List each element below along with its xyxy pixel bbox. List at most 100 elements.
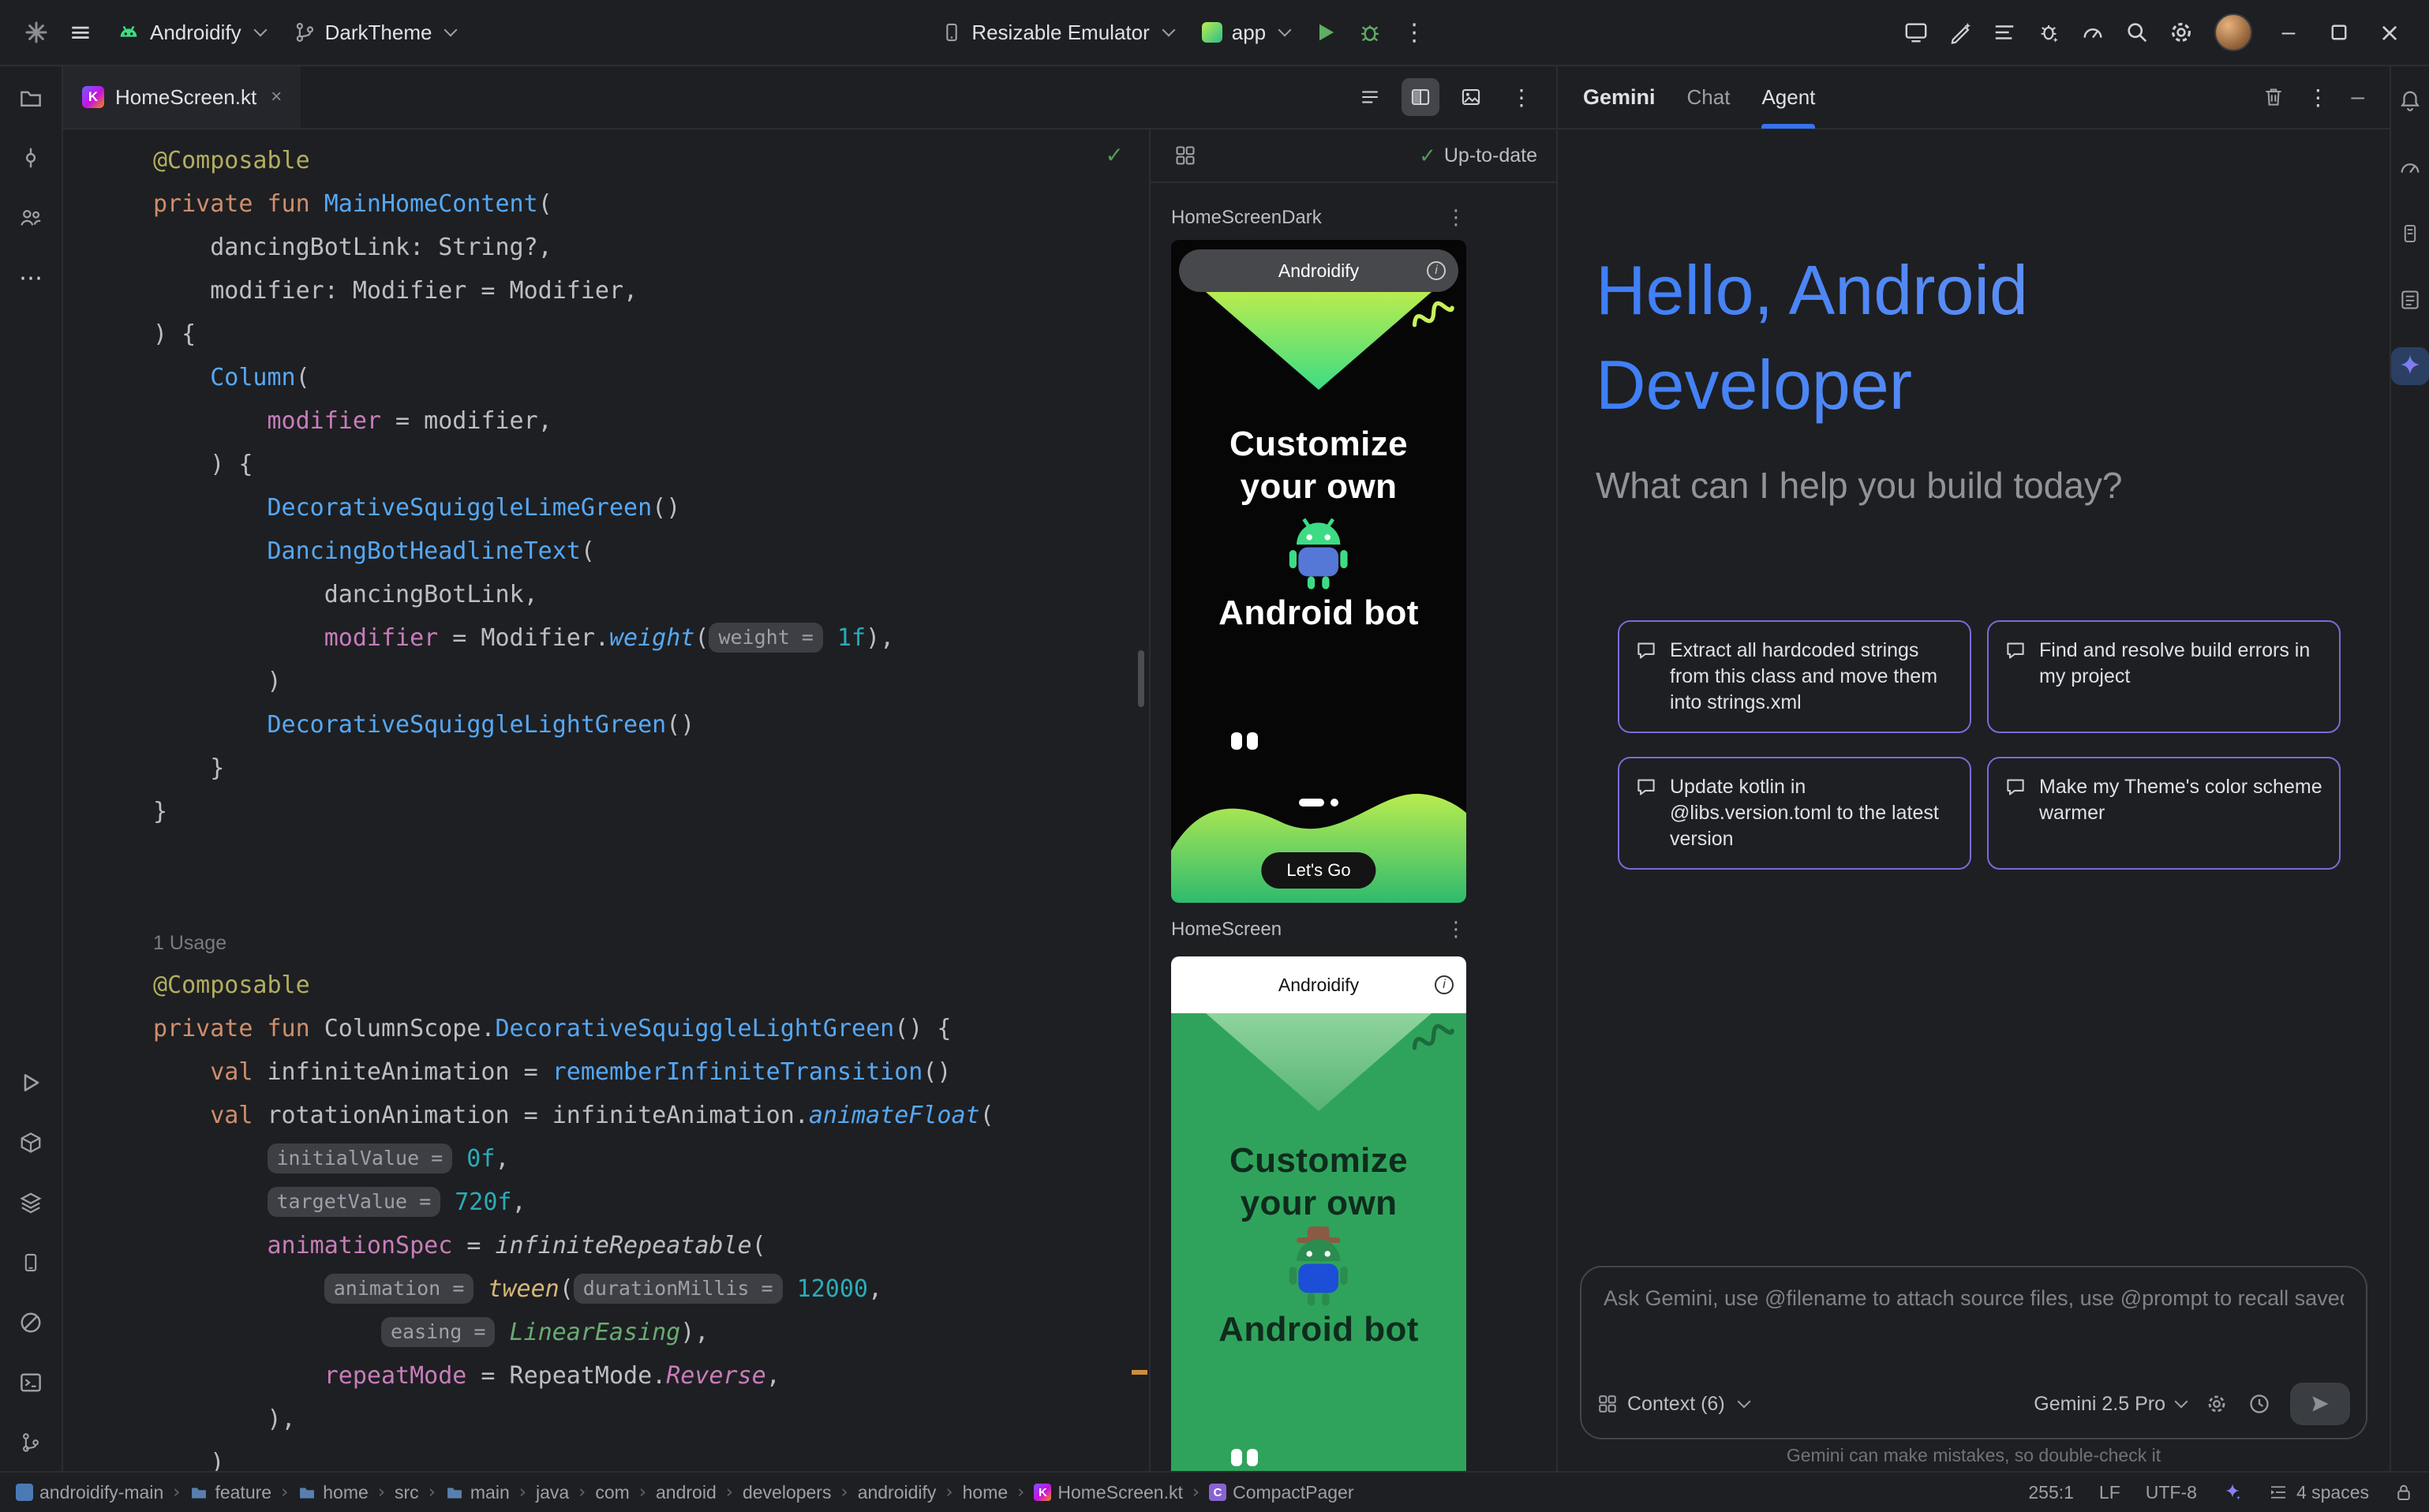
code-line[interactable]: DecorativeSquiggleLightGreen()	[153, 703, 1149, 747]
code-line[interactable]: )	[153, 660, 1149, 703]
line-ending[interactable]: LF	[2099, 1482, 2120, 1503]
device-streaming-icon[interactable]	[1896, 12, 1937, 53]
code-line[interactable]: val infiniteAnimation = rememberInfinite…	[153, 1050, 1149, 1094]
breadcrumb-item[interactable]: feature	[189, 1482, 271, 1503]
gemini-kebab-icon[interactable]: ⋮	[2307, 84, 2329, 110]
tab-agent[interactable]: Agent	[1761, 65, 1815, 129]
problems-icon[interactable]	[15, 1307, 47, 1338]
readonly-lock-icon[interactable]	[2394, 1482, 2413, 1503]
design-view-toggle[interactable]	[1452, 78, 1490, 116]
editor-scrollbar-thumb[interactable]	[1138, 650, 1144, 707]
debug-button[interactable]	[1349, 12, 1390, 53]
code-line[interactable]: initialValue = 0f,	[153, 1137, 1149, 1181]
breadcrumb-item[interactable]: androidify-main	[16, 1482, 163, 1503]
code-line[interactable]: }	[153, 747, 1149, 790]
code-line[interactable]: }	[153, 790, 1149, 833]
breadcrumb-item[interactable]: java	[536, 1482, 569, 1503]
editor-options-kebab[interactable]: ⋮	[1503, 78, 1540, 116]
code-line[interactable]	[153, 833, 1149, 877]
suggestion-card[interactable]: Find and resolve build errors in my proj…	[1987, 620, 2341, 733]
breadcrumb-item[interactable]: androidify	[858, 1482, 937, 1503]
breadcrumb-item[interactable]: developers	[743, 1482, 832, 1503]
code-line[interactable]: targetValue = 720f,	[153, 1181, 1149, 1224]
hide-panel-icon[interactable]: –	[2351, 84, 2364, 110]
more-tool-windows-icon[interactable]: ⋯	[15, 262, 47, 294]
gemini-prompt-box[interactable]: Ask Gemini, use @filename to attach sour…	[1580, 1266, 2367, 1439]
code-editor[interactable]: @Composableprivate fun MainHomeContent( …	[63, 129, 1149, 1471]
gemini-tool-selected[interactable]	[2391, 347, 2429, 385]
code-line[interactable]: DecorativeSquiggleLimeGreen()	[153, 486, 1149, 530]
send-button[interactable]	[2290, 1383, 2350, 1425]
notifications-icon[interactable]	[2394, 85, 2426, 117]
build-tool-icon[interactable]	[15, 1127, 47, 1158]
window-close-button[interactable]: ×	[2366, 9, 2413, 56]
prompt-settings-icon[interactable]	[2205, 1392, 2229, 1416]
project-folder-icon[interactable]	[15, 82, 47, 114]
code-line[interactable]: easing = LinearEasing),	[153, 1311, 1149, 1354]
code-line[interactable]: ) {	[153, 313, 1149, 356]
suggestion-card[interactable]: Update kotlin in @libs.version.toml to t…	[1618, 757, 1971, 870]
code-line[interactable]: repeatMode = RepeatMode.Reverse,	[153, 1354, 1149, 1398]
code-view-toggle[interactable]	[1351, 78, 1389, 116]
releases-icon[interactable]	[15, 1187, 47, 1218]
logcat-icon[interactable]	[1984, 12, 2025, 53]
code-assist-icon[interactable]	[1940, 12, 1981, 53]
file-encoding[interactable]: UTF-8	[2146, 1482, 2197, 1503]
suggestion-card[interactable]: Extract all hardcoded strings from this …	[1618, 620, 1971, 733]
inspection-ok-icon[interactable]: ✓	[1106, 142, 1124, 168]
tab-homescreen-kt[interactable]: K HomeScreen.kt ×	[63, 66, 301, 128]
code-line[interactable]: animation = tween(durationMillis = 12000…	[153, 1267, 1149, 1311]
code-line[interactable]: val rotationAnimation = infiniteAnimatio…	[153, 1094, 1149, 1137]
code-line[interactable]: ) {	[153, 443, 1149, 486]
code-line[interactable]: modifier = Modifier.weight(weight = 1f),	[153, 616, 1149, 660]
profiler-icon[interactable]	[2072, 12, 2113, 53]
emulator-tool-icon[interactable]	[15, 1247, 47, 1278]
preview-homescreen[interactable]: Androidify i Customize your own	[1171, 956, 1466, 1471]
more-actions-button[interactable]: ⋮	[1394, 12, 1435, 53]
breadcrumb-item[interactable]: src	[395, 1482, 419, 1503]
breadcrumb-item[interactable]: KHomeScreen.kt	[1034, 1482, 1183, 1503]
profiler-tool-icon[interactable]	[2394, 152, 2426, 183]
run-config-selector[interactable]: app	[1189, 13, 1302, 53]
tab-chat[interactable]: Chat	[1687, 65, 1731, 129]
split-view-toggle[interactable]	[1402, 78, 1439, 116]
window-minimize-button[interactable]: –	[2265, 9, 2312, 56]
caret-position[interactable]: 255:1	[2028, 1482, 2074, 1503]
code-line[interactable]: private fun ColumnScope.DecorativeSquigg…	[153, 1007, 1149, 1050]
ai-status-icon[interactable]	[2222, 1482, 2243, 1503]
window-maximize-button[interactable]	[2315, 9, 2363, 56]
breadcrumb-item[interactable]: main	[445, 1482, 510, 1503]
preview-kebab-icon[interactable]: ⋮	[1446, 206, 1466, 230]
breadcrumb-item[interactable]: CCompactPager	[1209, 1482, 1353, 1503]
context-selector[interactable]: Context (6)	[1597, 1393, 1749, 1416]
run-tool-icon[interactable]	[15, 1067, 47, 1098]
breadcrumb-item[interactable]: android	[656, 1482, 717, 1503]
user-avatar[interactable]	[2214, 13, 2252, 51]
project-selector[interactable]: Androidify	[104, 13, 278, 53]
lets-go-button[interactable]: Let's Go	[1261, 852, 1375, 889]
commit-icon[interactable]	[15, 142, 47, 174]
code-line[interactable]: @Composable	[153, 964, 1149, 1007]
code-line[interactable]: 1 Usage	[153, 920, 1149, 964]
run-button[interactable]	[1305, 12, 1346, 53]
breadcrumb-item[interactable]: com	[595, 1482, 629, 1503]
code-line[interactable]: animationSpec = infiniteRepeatable(	[153, 1224, 1149, 1267]
main-menu-button[interactable]: ≡	[60, 12, 101, 53]
gemini-prompt-input[interactable]: Ask Gemini, use @filename to attach sour…	[1604, 1286, 2344, 1311]
breadcrumb-item[interactable]: home	[963, 1482, 1009, 1503]
code-line[interactable]: DancingBotHeadlineText(	[153, 530, 1149, 573]
code-line[interactable]: dancingBotLink,	[153, 573, 1149, 616]
settings-button[interactable]	[2161, 12, 2202, 53]
search-everywhere-button[interactable]	[2116, 12, 2158, 53]
resource-manager-icon[interactable]	[2394, 284, 2426, 316]
code-line[interactable]: Column(	[153, 356, 1149, 399]
version-control-icon[interactable]	[15, 1427, 47, 1458]
preview-homescreendark[interactable]: Androidify i Customize your own	[1171, 240, 1466, 903]
suggestion-card[interactable]: Make my Theme's color scheme warmer	[1987, 757, 2341, 870]
code-line[interactable]: dancingBotLink: String?,	[153, 226, 1149, 269]
indent-setting[interactable]: 4 spaces	[2268, 1482, 2369, 1503]
terminal-icon[interactable]	[15, 1367, 47, 1398]
code-line[interactable]: ),	[153, 1398, 1149, 1441]
history-icon[interactable]	[2247, 1392, 2271, 1416]
code-line[interactable]: @Composable	[153, 139, 1149, 182]
